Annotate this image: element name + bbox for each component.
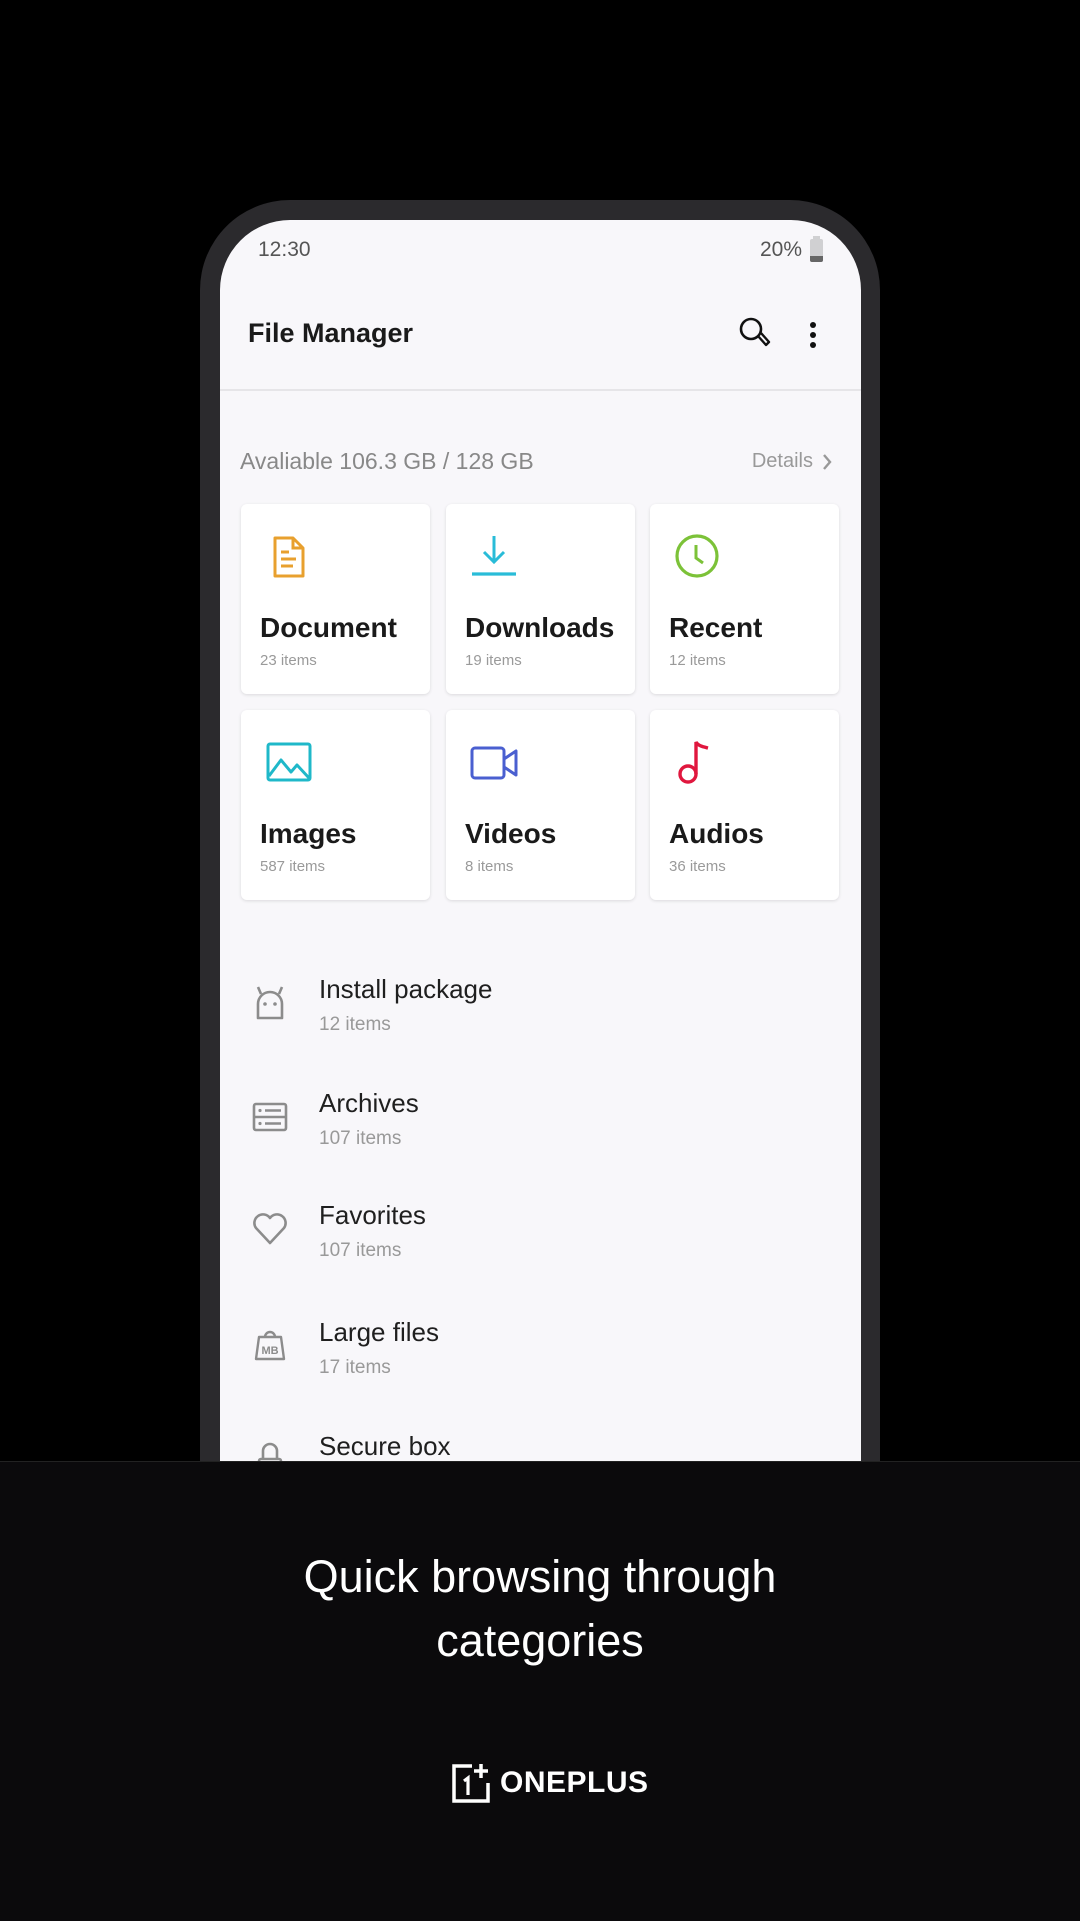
promo-caption: Quick browsing through categories (0, 1545, 1080, 1673)
phone-screen: 12:30 20% File Manager Avaliable 106.3 G… (220, 220, 861, 1461)
battery-percent: 20% (759, 238, 802, 261)
more-vertical-icon (810, 322, 816, 348)
caption-line-2: categories (436, 1615, 644, 1666)
document-icon (273, 536, 305, 578)
list-item-name: Archives (319, 1088, 419, 1118)
chevron-right-icon (823, 453, 832, 470)
category-card-audios[interactable]: Audios 36 items (650, 710, 839, 900)
search-icon (739, 317, 771, 347)
heart-icon (253, 1213, 287, 1245)
list-item-favorites[interactable]: Favorites 107 items (220, 1200, 861, 1308)
category-name: Document (260, 612, 397, 643)
list-item-count: 107 items (319, 1240, 402, 1261)
category-count: 587 items (260, 858, 326, 875)
list-item-name: Large files (319, 1317, 439, 1347)
oneplus-logo-icon (452, 1764, 490, 1803)
battery-icon (810, 235, 823, 262)
clock-icon (675, 534, 719, 578)
category-name: Images (260, 818, 357, 849)
category-card-document[interactable]: Document 23 items (241, 504, 430, 694)
list-item-count: 12 items (319, 1014, 391, 1035)
category-count: 12 items (669, 652, 726, 669)
video-icon (470, 746, 518, 780)
download-icon (472, 536, 516, 576)
more-options-button[interactable] (800, 316, 826, 356)
category-name: Downloads (465, 612, 615, 643)
category-count: 23 items (260, 652, 317, 669)
category-card-downloads[interactable]: Downloads 19 items (446, 504, 635, 694)
category-card-images[interactable]: Images 587 items (241, 710, 430, 900)
storage-summary: Avaliable 106.3 GB / 128 GB (240, 448, 534, 474)
caption-line-1: Quick browsing through (303, 1551, 777, 1602)
promo-panel (0, 1461, 1080, 1921)
brand-name: ONEPLUS (500, 1766, 649, 1799)
page-title: File Manager (248, 318, 414, 348)
status-battery: 20% (759, 235, 823, 262)
list-item-install-package[interactable]: Install package 12 items (220, 974, 861, 1082)
list-item-name: Install package (319, 974, 493, 1004)
list-item-secure-box[interactable]: Secure box (220, 1431, 861, 1461)
list-item-name: Secure box (319, 1431, 451, 1461)
list-item-archives[interactable]: Archives 107 items (220, 1088, 861, 1196)
category-name: Recent (669, 612, 763, 643)
category-name: Audios (669, 818, 764, 849)
image-icon (266, 742, 312, 782)
details-link[interactable]: Details (752, 450, 833, 473)
details-label: Details (751, 450, 813, 472)
music-note-icon (678, 741, 709, 784)
category-card-videos[interactable]: Videos 8 items (446, 710, 635, 900)
category-count: 36 items (669, 858, 726, 875)
search-button[interactable] (736, 314, 776, 354)
android-icon (256, 986, 284, 1020)
category-count: 8 items (465, 858, 514, 875)
header-divider (220, 389, 861, 391)
status-time: 12:30 (258, 238, 311, 261)
lock-icon (257, 1442, 283, 1461)
archive-icon (252, 1102, 288, 1132)
category-count: 19 items (465, 652, 522, 669)
oneplus-logo: ONEPLUS (450, 1761, 649, 1805)
svg-text:MB: MB (261, 1345, 278, 1357)
list-item-large-files[interactable]: MB Large files 17 items (220, 1317, 861, 1425)
large-file-icon: MB (254, 1330, 286, 1361)
category-name: Videos (465, 818, 557, 849)
list-item-count: 17 items (319, 1357, 391, 1378)
list-item-name: Favorites (319, 1200, 426, 1230)
list-item-count: 107 items (319, 1128, 402, 1149)
category-card-recent[interactable]: Recent 12 items (650, 504, 839, 694)
